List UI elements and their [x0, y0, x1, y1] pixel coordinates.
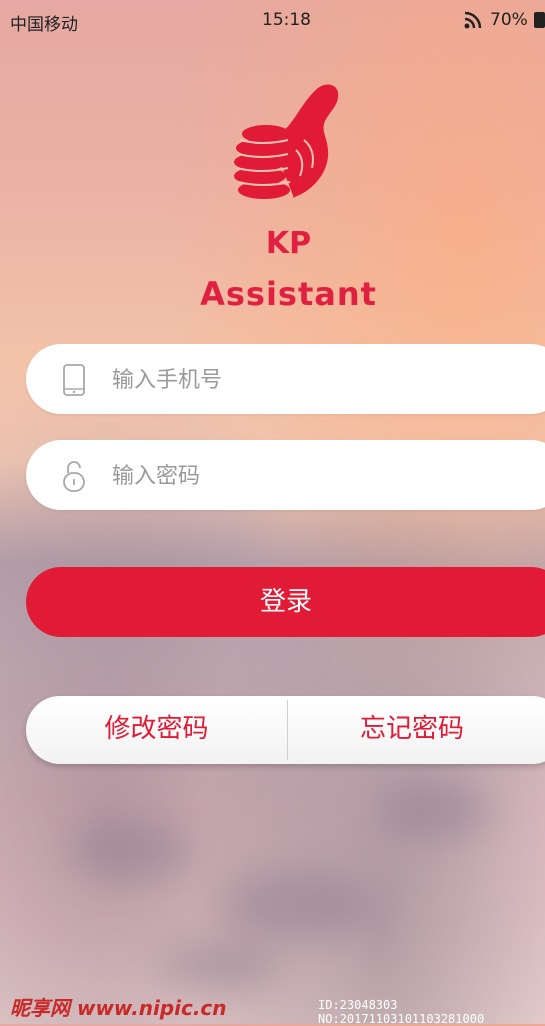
- battery-icon: [534, 12, 545, 28]
- password-input[interactable]: [110, 458, 494, 494]
- phone-input[interactable]: [110, 362, 494, 398]
- thumbs-up-coins-icon: [234, 84, 339, 199]
- battery-level: 70%: [490, 10, 528, 30]
- login-button[interactable]: 登录: [26, 567, 545, 637]
- phone-icon: [63, 364, 85, 396]
- watermark-id: ID:23048303 NO:20171103101103281000: [318, 998, 485, 1026]
- app-name-line1: KP: [265, 226, 312, 261]
- lock-icon: [63, 461, 85, 492]
- change-password-button[interactable]: 修改密码: [26, 696, 287, 764]
- phone-field[interactable]: [26, 344, 545, 414]
- status-time: 15:18: [262, 10, 311, 30]
- wifi-icon: [464, 11, 482, 29]
- carrier-label: 中国移动: [10, 15, 78, 35]
- app-name-line2: Assistant: [200, 275, 377, 313]
- account-actions: 修改密码 忘记密码: [26, 696, 545, 764]
- watermark-site: 昵享网 www.nipic.cn: [10, 996, 227, 1020]
- status-bar: 中国移动 15:18 70%: [0, 0, 545, 40]
- forgot-password-button[interactable]: 忘记密码: [288, 696, 536, 764]
- password-field[interactable]: [26, 440, 545, 510]
